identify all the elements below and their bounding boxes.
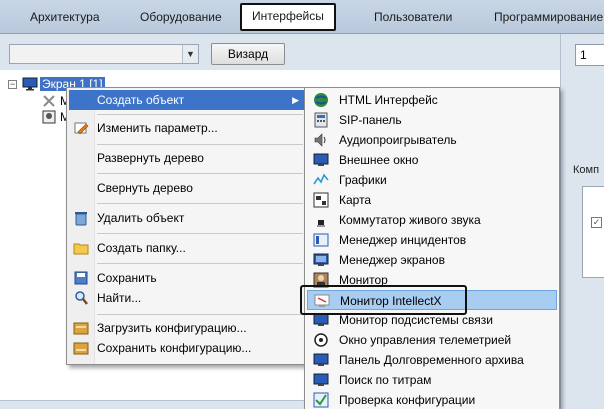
- submenu-item-incident-manager[interactable]: Менеджер инцидентов: [307, 230, 557, 250]
- tab-architecture[interactable]: Архитектура: [30, 4, 100, 30]
- submenu-item-label: Панель Долговременного архива: [339, 353, 524, 367]
- menu-separator: [97, 314, 303, 315]
- menu-item-load-config[interactable]: Загрузить конфигурацию...: [69, 318, 305, 338]
- submenu-item-charts[interactable]: Графики: [307, 170, 557, 190]
- submenu-item-titles-search[interactable]: Поиск по титрам: [307, 370, 557, 390]
- submenu-item-label: Окно управления телеметрией: [339, 333, 512, 347]
- submenu-arrow-icon: ▶: [292, 95, 299, 105]
- menu-item-label: Создать папку...: [97, 241, 186, 255]
- menu-item-find[interactable]: Найти...: [69, 288, 305, 308]
- menu-item-change-parameter[interactable]: Изменить параметр...: [69, 118, 305, 138]
- archive-panel-icon: [313, 353, 329, 366]
- menu-item-create-object[interactable]: Создать объект ▶: [69, 90, 305, 110]
- chart-icon: [313, 173, 329, 185]
- telemetry-icon: [314, 333, 328, 347]
- menu-item-delete-object[interactable]: Удалить объект: [69, 208, 305, 228]
- load-config-icon: [73, 322, 89, 335]
- menu-item-label: Изменить параметр...: [97, 121, 218, 135]
- submenu-item-audio-player[interactable]: Аудиопроигрыватель: [307, 130, 557, 150]
- submenu-item-label: Аудиопроигрыватель: [339, 133, 457, 147]
- collapse-icon[interactable]: −: [8, 80, 17, 89]
- menu-item-label: Свернуть дерево: [97, 181, 193, 195]
- menu-item-label: Развернуть дерево: [97, 151, 204, 165]
- camera-icon: [42, 110, 56, 124]
- submenu-item-telemetry-window[interactable]: Окно управления телеметрией: [307, 330, 557, 350]
- close-icon: [43, 95, 55, 107]
- properties-panel: 1 Комп ✓: [560, 34, 604, 409]
- submenu-item-label: HTML Интерфейс: [339, 93, 438, 107]
- option-checkbox[interactable]: ✓: [591, 217, 602, 228]
- tab-users[interactable]: Пользователи: [374, 4, 452, 30]
- submenu-item-label: Коммутатор живого звука: [339, 213, 481, 227]
- submenu-item-label: Графики: [339, 173, 387, 187]
- sip-panel-icon: [314, 112, 328, 128]
- save-config-icon: [73, 342, 89, 355]
- menu-item-label: Загрузить конфигурацию...: [97, 321, 247, 335]
- submenu-item-map[interactable]: Карта: [307, 190, 557, 210]
- menu-separator: [97, 114, 303, 115]
- screen-icon: [22, 77, 38, 91]
- submenu-item-label: Карта: [339, 193, 372, 207]
- id-field[interactable]: 1: [575, 44, 604, 66]
- menu-item-collapse-tree[interactable]: Свернуть дерево: [69, 178, 305, 198]
- submenu-item-long-term-archive-panel[interactable]: Панель Долговременного архива: [307, 350, 557, 370]
- options-list: ✓: [582, 186, 604, 278]
- window-icon: [313, 153, 329, 166]
- highlight-callout: [300, 285, 467, 315]
- object-type-combo[interactable]: ▼: [9, 44, 199, 64]
- screen-manager-icon: [313, 253, 329, 266]
- menu-item-save[interactable]: Сохранить: [69, 268, 305, 288]
- menu-separator: [97, 203, 303, 204]
- submenu-item-html-interface[interactable]: HTML Интерфейс: [307, 90, 557, 110]
- menu-item-expand-tree[interactable]: Развернуть дерево: [69, 148, 305, 168]
- submenu-item-label: Монитор подсистемы связи: [339, 313, 493, 327]
- submenu-item-label: Менеджер экранов: [339, 253, 445, 267]
- speaker-icon: [314, 133, 326, 147]
- tab-equipment[interactable]: Оборудование: [140, 4, 222, 30]
- folder-icon: [73, 243, 89, 255]
- tab-programming[interactable]: Программирование: [494, 4, 603, 30]
- panel-label: Комп: [573, 164, 600, 176]
- submenu-item-label: Поиск по титрам: [339, 373, 432, 387]
- object-toolbar: ▼ Визард: [0, 34, 560, 70]
- submenu-item-label: Проверка конфигурации: [339, 393, 476, 407]
- menu-item-label: Найти...: [97, 291, 142, 305]
- menu-item-label: Сохранить: [97, 271, 157, 285]
- map-icon: [313, 192, 329, 208]
- delete-icon: [75, 212, 87, 226]
- submenu-item-config-check[interactable]: Проверка конфигурации: [307, 390, 557, 409]
- globe-icon: [314, 93, 328, 107]
- main-tab-bar: Архитектура Оборудование Интерфейсы Поль…: [0, 0, 604, 34]
- chevron-down-icon[interactable]: ▼: [182, 45, 198, 63]
- titles-search-icon: [313, 373, 329, 386]
- submenu-item-live-audio-switch[interactable]: Коммутатор живого звука: [307, 210, 557, 230]
- menu-item-save-config[interactable]: Сохранить конфигурацию...: [69, 338, 305, 358]
- menu-item-label: Сохранить конфигурацию...: [97, 341, 252, 355]
- menu-separator: [97, 263, 303, 264]
- submenu-item-label: Менеджер инцидентов: [339, 233, 467, 247]
- wizard-button[interactable]: Визард: [211, 43, 285, 65]
- audio-switch-icon: [317, 220, 325, 227]
- submenu-item-label: Внешнее окно: [339, 153, 419, 167]
- config-check-icon: [313, 392, 329, 408]
- menu-separator: [97, 144, 303, 145]
- incident-icon: [313, 233, 329, 247]
- submenu-item-screen-manager[interactable]: Менеджер экранов: [307, 250, 557, 270]
- context-menu: Создать объект ▶ Изменить параметр... Ра…: [66, 87, 308, 365]
- find-icon: [75, 291, 88, 305]
- tab-interfaces[interactable]: Интерфейсы: [240, 3, 336, 31]
- submenu-item-sip-panel[interactable]: SIP-панель: [307, 110, 557, 130]
- menu-item-create-folder[interactable]: Создать папку...: [69, 238, 305, 258]
- menu-item-label: Создать объект: [97, 93, 185, 107]
- save-icon: [74, 271, 88, 285]
- menu-separator: [97, 233, 303, 234]
- submenu-item-external-window[interactable]: Внешнее окно: [307, 150, 557, 170]
- menu-separator: [97, 173, 303, 174]
- create-object-submenu: HTML Интерфейс SIP-панель Аудиопроигрыва…: [304, 87, 560, 409]
- menu-item-label: Удалить объект: [97, 211, 185, 225]
- edit-icon: [74, 122, 89, 135]
- submenu-item-label: SIP-панель: [339, 113, 402, 127]
